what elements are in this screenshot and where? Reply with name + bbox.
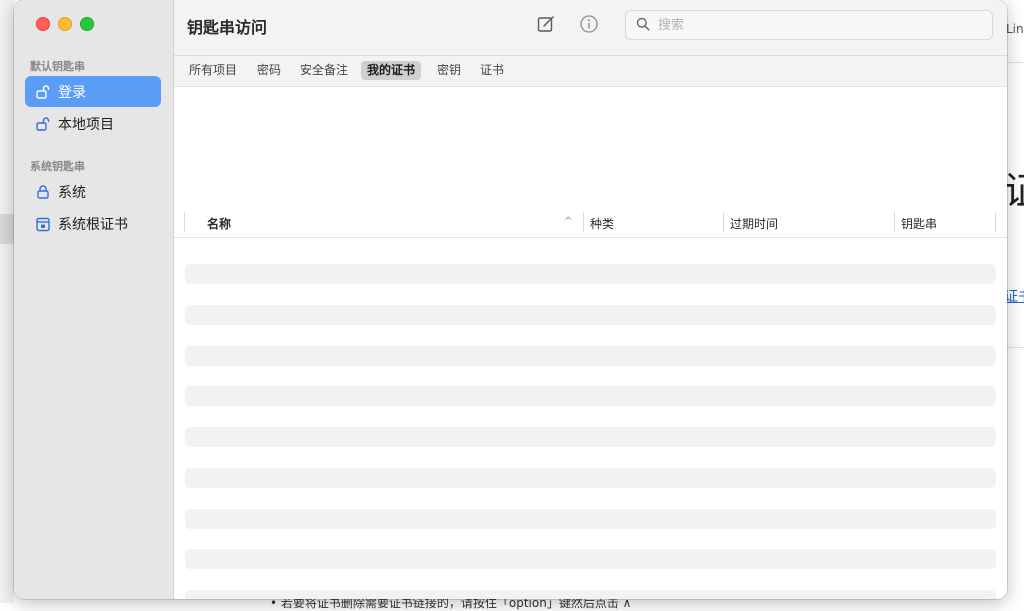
lock-icon	[35, 184, 51, 200]
table-row	[185, 427, 996, 447]
background-text-lin: Lin	[1006, 22, 1024, 36]
column-header-name[interactable]: 名称	[207, 215, 231, 232]
sidebar-item-label: 本地项目	[58, 116, 114, 133]
search-input[interactable]	[656, 16, 960, 34]
table-row	[185, 346, 996, 366]
column-divider[interactable]	[894, 212, 895, 232]
background-left-strip	[0, 0, 14, 603]
tab-my-certificates[interactable]: 我的证书	[361, 61, 422, 80]
tab-secure-notes[interactable]: 安全备注	[294, 61, 354, 80]
locked-cabinet-icon	[35, 216, 51, 232]
compose-icon[interactable]	[535, 13, 557, 35]
window-title: 钥匙串访问	[187, 18, 268, 37]
sidebar-item-label: 登录	[58, 84, 86, 101]
column-divider	[184, 212, 185, 232]
toolbar: 钥匙串访问	[174, 0, 1007, 56]
sidebar-item-system[interactable]: 系统	[25, 176, 161, 207]
table-row	[185, 509, 996, 529]
window-controls	[36, 17, 94, 31]
info-icon[interactable]	[578, 13, 600, 35]
table-header: 名称 ^ 种类 过期时间 钥匙串	[174, 207, 1007, 238]
close-window-button[interactable]	[36, 17, 50, 31]
zoom-window-button[interactable]	[80, 17, 94, 31]
sidebar-section-default-keychains: 默认钥匙串	[30, 60, 85, 73]
sidebar-section-system-keychains: 系统钥匙串	[30, 160, 85, 173]
unlock-icon	[35, 84, 51, 100]
table-row	[185, 305, 996, 325]
column-divider[interactable]	[583, 212, 584, 232]
sidebar-item-system-roots[interactable]: 系统根证书	[25, 208, 161, 239]
tab-all-items[interactable]: 所有项目	[183, 61, 243, 80]
category-tabs: 所有项目 密码 安全备注 我的证书 密钥 证书	[174, 56, 1007, 87]
column-divider[interactable]	[995, 212, 996, 232]
background-heading-fragment: 证	[1004, 169, 1024, 213]
table-row	[185, 386, 996, 406]
keychain-window: 默认钥匙串 登录 本地项目 系统钥匙串 系统 系统根证书 钥匙串访问 搜索 所有…	[14, 0, 1007, 599]
background-link[interactable]: 证书	[1004, 286, 1024, 306]
main-content: 钥匙串访问 所有项目 密码 安全备注 我的证书 密钥 证书	[174, 0, 1007, 599]
search-field[interactable]	[625, 10, 993, 40]
sidebar-item-label: 系统根证书	[58, 216, 128, 233]
search-icon	[636, 16, 650, 35]
column-header-keychain[interactable]: 钥匙串	[901, 215, 937, 232]
tab-keys[interactable]: 密钥	[431, 61, 467, 80]
background-divider	[1005, 347, 1024, 348]
sidebar-item-label: 系统	[58, 184, 86, 201]
tab-passwords[interactable]: 密码	[251, 61, 287, 80]
table-row	[185, 468, 996, 488]
background-left-band	[0, 214, 14, 244]
table-row	[185, 264, 996, 284]
background-divider	[1005, 62, 1024, 63]
table-row	[185, 549, 996, 569]
column-divider[interactable]	[723, 212, 724, 232]
tab-certificates[interactable]: 证书	[474, 61, 510, 80]
sidebar: 默认钥匙串 登录 本地项目 系统钥匙串 系统 系统根证书	[14, 0, 174, 599]
table-row	[185, 590, 996, 599]
sidebar-item-login[interactable]: 登录	[25, 76, 161, 107]
column-header-expires[interactable]: 过期时间	[730, 215, 778, 232]
sort-ascending-icon[interactable]: ^	[564, 216, 572, 227]
column-header-kind[interactable]: 种类	[590, 215, 614, 232]
unlock-icon	[35, 116, 51, 132]
sidebar-item-local-items[interactable]: 本地项目	[25, 108, 161, 139]
minimize-window-button[interactable]	[58, 17, 72, 31]
